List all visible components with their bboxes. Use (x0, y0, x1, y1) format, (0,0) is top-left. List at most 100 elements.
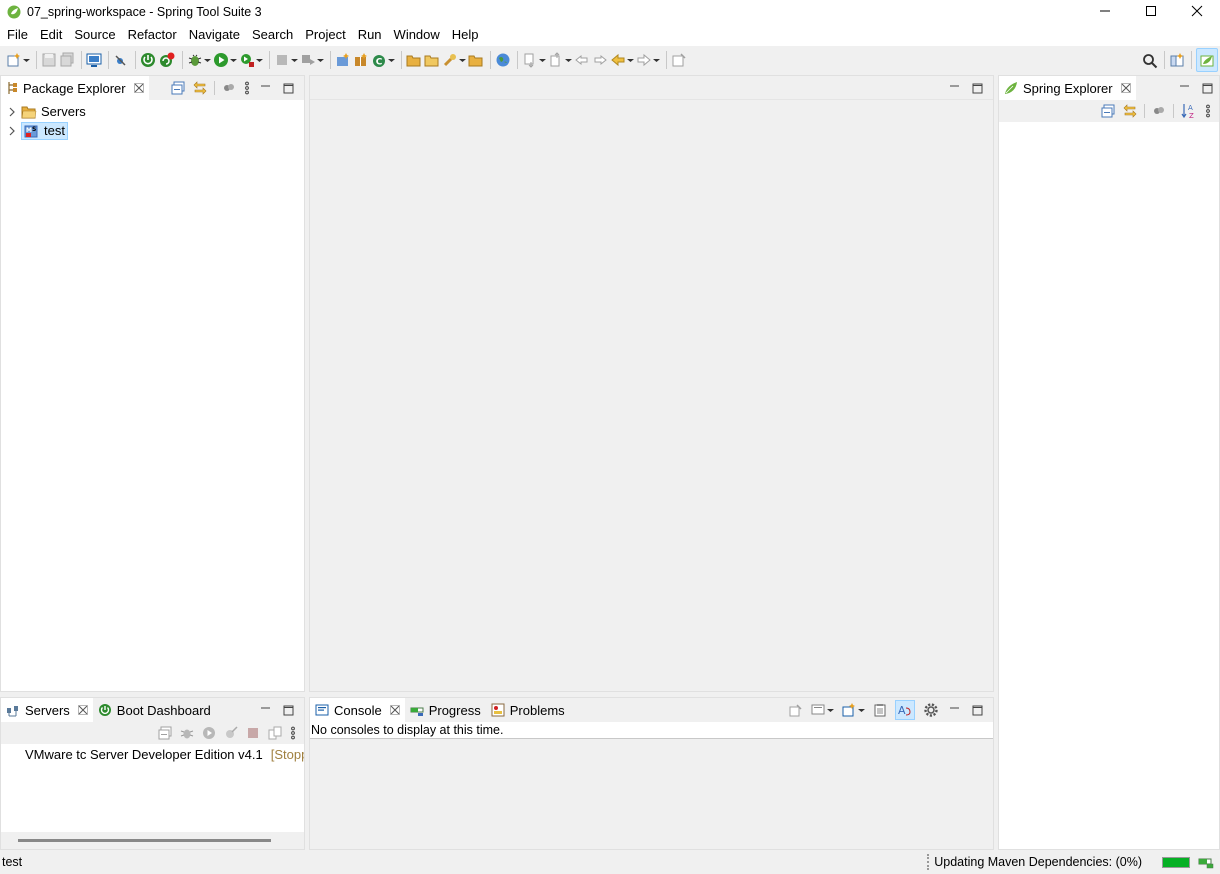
scrollbar-thumb[interactable] (18, 839, 271, 842)
next-annotation-button[interactable] (522, 48, 546, 72)
word-wrap-button[interactable]: A (895, 700, 915, 720)
filters-button[interactable] (1152, 104, 1166, 118)
display-console-button[interactable] (811, 703, 834, 717)
collapse-all-button[interactable] (158, 726, 172, 740)
minimize-view-button[interactable] (1179, 83, 1190, 94)
terminal-button[interactable] (86, 48, 102, 72)
arrow-left-icon (611, 53, 625, 67)
close-icon[interactable] (77, 705, 88, 715)
tab-servers[interactable]: Servers (1, 698, 93, 722)
tab-problems[interactable]: Problems (486, 698, 570, 722)
maximize-view-button[interactable] (972, 705, 983, 716)
tree-item-test[interactable]: MS test (1, 121, 304, 140)
open-type-button[interactable] (406, 48, 422, 72)
close-icon[interactable] (1120, 83, 1131, 93)
status-progress-text[interactable]: Updating Maven Dependencies: (0%) (934, 855, 1142, 869)
menu-file[interactable]: File (1, 24, 34, 46)
settings-button[interactable] (923, 702, 939, 718)
sort-button[interactable]: AZ (1181, 103, 1197, 119)
filters-button[interactable] (222, 81, 236, 95)
tab-package-explorer[interactable]: Package Explorer (1, 76, 149, 100)
view-menu-button[interactable] (244, 81, 250, 95)
menu-run[interactable]: Run (352, 24, 388, 46)
view-menu-button[interactable] (290, 726, 296, 740)
server-name: VMware tc Server Developer Edition v4.1 (25, 747, 263, 762)
package-icon (355, 53, 367, 66)
tab-spring-explorer[interactable]: Spring Explorer (999, 76, 1136, 100)
copy-button[interactable] (873, 703, 887, 717)
open-resource-button[interactable] (468, 48, 484, 72)
menu-window[interactable]: Window (388, 24, 446, 46)
new-java-project-button[interactable] (335, 48, 351, 72)
tree-item-servers[interactable]: Servers (1, 102, 304, 121)
spring-perspective-button[interactable] (1196, 48, 1218, 72)
server-item[interactable]: VMware tc Server Developer Edition v4.1 … (1, 745, 304, 764)
web-browser-button[interactable] (495, 48, 511, 72)
maximize-editor-button[interactable] (972, 83, 983, 94)
menu-source[interactable]: Source (68, 24, 121, 46)
boot-dashboard-button[interactable] (140, 48, 156, 72)
debug-button[interactable] (187, 48, 211, 72)
debug-server-button[interactable] (180, 726, 194, 740)
view-menu-button[interactable] (1205, 104, 1211, 118)
maximize-view-button[interactable] (283, 705, 294, 716)
pin-console-button[interactable] (789, 703, 803, 717)
maximize-view-button[interactable] (1202, 83, 1213, 94)
chevron-right-icon[interactable] (7, 107, 17, 117)
back-button[interactable] (610, 48, 634, 72)
minimize-editor-button[interactable] (949, 83, 960, 94)
minimize-view-button[interactable] (260, 705, 271, 716)
new-button[interactable] (6, 48, 30, 72)
status-progress-bar[interactable] (1162, 856, 1190, 868)
menu-project[interactable]: Project (299, 24, 351, 46)
last-edit-location-button[interactable] (574, 48, 590, 72)
maximize-button[interactable] (1128, 0, 1174, 22)
skip-breakpoints-button[interactable] (113, 48, 129, 72)
profile-server-button[interactable] (224, 726, 238, 740)
stop-button[interactable] (274, 48, 298, 72)
stop-server-button[interactable] (246, 726, 260, 740)
link-with-editor-button[interactable] (193, 81, 207, 95)
start-server-button[interactable] (202, 726, 216, 740)
progress-view-icon[interactable] (1198, 855, 1214, 869)
menu-edit[interactable]: Edit (34, 24, 68, 46)
close-button[interactable] (1174, 0, 1220, 22)
minimize-button[interactable] (1082, 0, 1128, 22)
pin-editor-button[interactable] (671, 48, 687, 72)
forward-button[interactable] (636, 48, 660, 72)
save-button[interactable] (41, 48, 57, 72)
minimize-view-button[interactable] (260, 83, 271, 94)
close-icon[interactable] (133, 83, 144, 93)
open-perspective-button[interactable] (1169, 48, 1185, 72)
tab-boot-dashboard[interactable]: Boot Dashboard (93, 698, 216, 722)
minimize-view-button[interactable] (949, 705, 960, 716)
save-all-button[interactable] (59, 48, 75, 72)
external-tools-button[interactable] (239, 48, 263, 72)
menu-refactor[interactable]: Refactor (122, 24, 183, 46)
tab-console[interactable]: Console (310, 698, 405, 722)
link-with-editor-button[interactable] (1123, 104, 1137, 118)
search-button[interactable] (442, 48, 466, 72)
tab-progress[interactable]: Progress (405, 698, 486, 722)
open-task-button[interactable] (424, 48, 440, 72)
horizontal-scrollbar[interactable] (1, 832, 304, 849)
collapse-all-button[interactable] (1101, 104, 1115, 118)
search-toolbar-button[interactable] (1142, 49, 1158, 73)
close-icon[interactable] (389, 705, 400, 715)
publish-button[interactable] (268, 726, 282, 740)
deploy-button[interactable] (300, 48, 324, 72)
chevron-right-icon[interactable] (7, 126, 17, 136)
word-wrap-icon: A (898, 704, 911, 717)
new-class-button[interactable]: C (371, 48, 395, 72)
menu-search[interactable]: Search (246, 24, 299, 46)
collapse-all-button[interactable] (171, 81, 185, 95)
new-package-button[interactable] (353, 48, 369, 72)
open-console-button[interactable] (842, 703, 865, 717)
maximize-view-button[interactable] (283, 83, 294, 94)
spring-relaunch-button[interactable] (158, 48, 176, 72)
menu-help[interactable]: Help (446, 24, 485, 46)
run-button[interactable] (213, 48, 237, 72)
menu-navigate[interactable]: Navigate (183, 24, 246, 46)
previous-annotation-button[interactable] (548, 48, 572, 72)
next-edit-location-button[interactable] (592, 48, 608, 72)
